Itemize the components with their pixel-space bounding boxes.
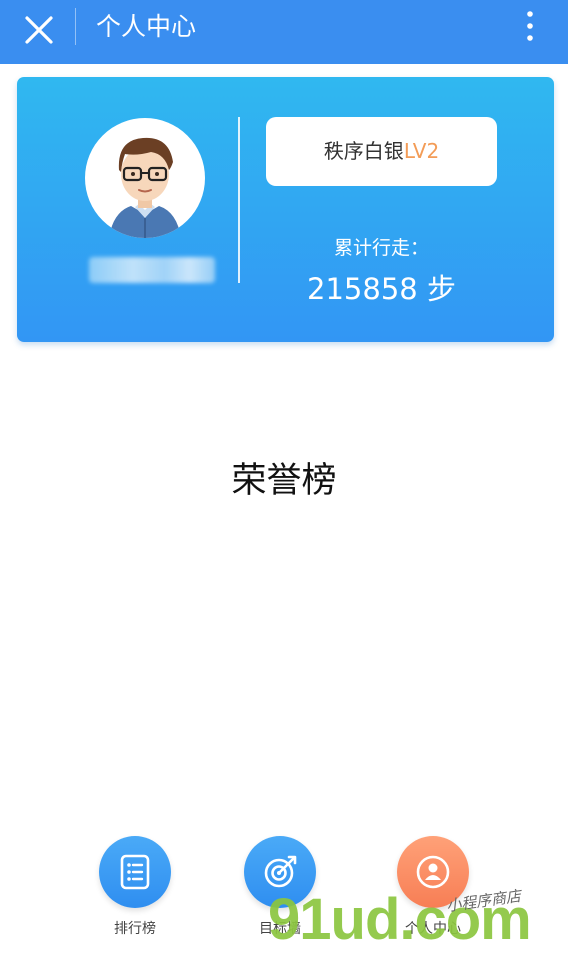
nav-goals[interactable]: 目标墙 xyxy=(230,836,330,938)
nav-ranking-label: 排行榜 xyxy=(114,921,156,937)
card-divider xyxy=(238,117,240,283)
more-vertical-icon xyxy=(527,11,533,41)
page-title: 个人中心 xyxy=(96,12,197,41)
avatar-icon xyxy=(109,137,181,238)
target-icon xyxy=(264,855,297,888)
nav-goals-button[interactable] xyxy=(244,836,316,908)
user-icon xyxy=(416,855,450,889)
nav-goals-label: 目标墙 xyxy=(259,921,301,937)
close-icon xyxy=(25,16,53,44)
nav-ranking[interactable]: 排行榜 xyxy=(85,836,185,938)
level-code: LV2 xyxy=(403,139,440,163)
avatar[interactable] xyxy=(85,118,205,238)
level-badge: 秩序白银LV2 xyxy=(266,117,497,186)
level-name: 秩序白银 xyxy=(323,139,404,163)
header-bar: 个人中心 xyxy=(0,0,568,64)
nav-ranking-button[interactable] xyxy=(99,836,171,908)
nav-profile-button[interactable] xyxy=(397,836,469,908)
header-divider xyxy=(75,8,76,45)
steps-value: 215858 步 xyxy=(307,272,456,306)
more-menu-button[interactable] xyxy=(514,6,546,48)
close-button[interactable] xyxy=(18,9,60,51)
list-icon xyxy=(120,854,150,890)
nav-profile[interactable]: 个人中心 xyxy=(383,836,483,938)
username-blurred xyxy=(89,257,215,283)
honor-board-title: 荣誉榜 xyxy=(231,461,337,501)
steps-label: 累计行走： xyxy=(333,237,429,259)
nav-profile-label: 个人中心 xyxy=(405,921,461,937)
profile-card: 秩序白银LV2 累计行走： 215858 步 xyxy=(17,77,554,342)
